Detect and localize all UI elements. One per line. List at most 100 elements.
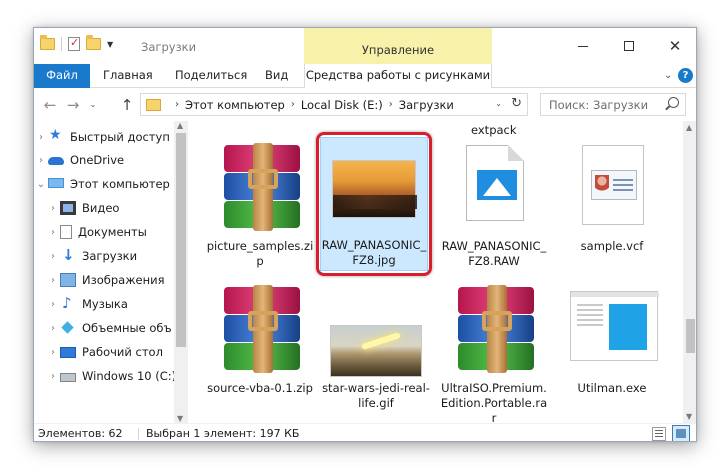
expand-chevron-icon[interactable]: › <box>46 203 60 214</box>
large-icons-view-icon[interactable] <box>672 425 690 441</box>
maximize-icon <box>624 41 634 51</box>
navigation-pane-scrollbar[interactable]: ▲ ▼ <box>174 121 188 423</box>
breadcrumb-local-disk[interactable]: Local Disk (E:) <box>301 98 383 112</box>
file-name: sample.vcf <box>580 239 644 253</box>
breadcrumb-downloads[interactable]: Загрузки <box>399 98 454 112</box>
recent-locations-dropdown-icon[interactable]: ⌄ <box>84 95 102 115</box>
sidebar-item-windows-drive[interactable]: › Windows 10 (C:) <box>46 365 186 387</box>
sidebar-item-desktop[interactable]: › Рабочий стол <box>46 341 186 363</box>
documents-folder-icon <box>60 225 72 239</box>
computer-icon <box>48 177 64 188</box>
archive-icon <box>212 139 308 235</box>
breadcrumb-chevron-icon[interactable]: › <box>291 99 295 110</box>
scroll-up-icon[interactable]: ▲ <box>686 123 692 132</box>
up-arrow-icon[interactable]: ↑ <box>118 95 136 115</box>
search-input[interactable] <box>541 94 661 115</box>
file-tile[interactable]: UltraISO.Premium.Edition.Portable.rar <box>440 281 548 423</box>
file-tile[interactable]: source-vba-0.1.zip <box>206 281 314 396</box>
desktop-folder-icon <box>60 346 76 358</box>
tab-share[interactable]: Поделиться <box>175 64 247 88</box>
search-box[interactable] <box>540 93 686 116</box>
sidebar-item-this-pc[interactable]: ⌄ Этот компьютер <box>34 173 174 195</box>
breadcrumb-chevron-icon[interactable]: › <box>175 99 179 110</box>
file-list-scrollbar[interactable]: ▲ ▼ <box>683 121 696 423</box>
customize-toolbar-dropdown-icon[interactable]: ▼ <box>107 40 113 49</box>
folder-icon <box>146 98 161 111</box>
folder-icon <box>40 35 55 50</box>
navigation-bar: ← → ⌄ ↑ › Этот компьютер › Local Disk (E… <box>34 89 696 121</box>
tab-view[interactable]: Вид <box>265 64 288 88</box>
file-tile[interactable]: RAW_PANASONIC_FZ8.RAW <box>440 139 548 269</box>
close-button[interactable]: ✕ <box>652 28 696 64</box>
cloud-icon <box>48 153 64 167</box>
3d-objects-icon <box>60 321 76 335</box>
file-tile[interactable]: Utilman.exe <box>558 281 666 396</box>
tab-home[interactable]: Главная <box>103 64 153 88</box>
minimize-button[interactable] <box>560 28 606 64</box>
details-view-icon[interactable] <box>652 427 666 441</box>
sidebar-item-label: OneDrive <box>70 153 125 167</box>
breadcrumb-this-pc[interactable]: Этот компьютер <box>185 98 285 112</box>
expand-chevron-icon[interactable]: › <box>34 132 48 143</box>
file-name: picture_samples.zip <box>206 239 314 268</box>
downloads-folder-icon <box>60 246 76 264</box>
properties-icon[interactable] <box>68 36 80 51</box>
expand-chevron-icon[interactable]: › <box>46 347 60 358</box>
scroll-down-icon[interactable]: ▼ <box>177 414 183 423</box>
gif-thumbnail <box>328 281 424 377</box>
sidebar-item-video[interactable]: › Видео <box>46 197 186 219</box>
status-bar: Элементов: 62 Выбран 1 элемент: 197 КБ <box>34 423 696 441</box>
help-icon[interactable]: ? <box>678 68 693 83</box>
expand-chevron-icon[interactable]: › <box>46 323 60 334</box>
sidebar-item-music[interactable]: › Музыка <box>46 293 186 315</box>
collapse-chevron-icon[interactable]: ⌄ <box>34 179 48 190</box>
file-name: source-vba-0.1.zip <box>207 381 313 395</box>
expand-chevron-icon[interactable]: › <box>34 155 48 166</box>
sidebar-item-label: Загрузки <box>82 249 138 263</box>
back-arrow-icon[interactable]: ← <box>41 95 59 115</box>
pictures-folder-icon <box>60 273 76 287</box>
file-name: Utilman.exe <box>577 381 647 395</box>
sidebar-item-label: Видео <box>82 201 120 215</box>
file-name-partial[interactable]: extpack <box>471 123 517 137</box>
maximize-button[interactable] <box>606 28 652 64</box>
scroll-down-icon[interactable]: ▼ <box>686 412 692 421</box>
forward-arrow-icon[interactable]: → <box>64 95 82 115</box>
file-name: UltraISO.Premium.Edition.Portable.rar <box>440 381 548 423</box>
address-bar[interactable]: › Этот компьютер › Local Disk (E:) › Заг… <box>140 93 528 116</box>
sidebar-item-label: Музыка <box>82 297 128 311</box>
sidebar-item-downloads[interactable]: › Загрузки <box>46 245 186 267</box>
expand-chevron-icon[interactable]: › <box>46 275 60 286</box>
sidebar-item-quick-access[interactable]: › Быстрый доступ <box>34 126 174 148</box>
expand-chevron-icon[interactable]: › <box>46 299 60 310</box>
scrollbar-thumb[interactable] <box>176 133 186 347</box>
application-thumbnail <box>564 281 660 377</box>
tab-picture-tools[interactable]: Средства работы с рисунками <box>304 64 492 88</box>
file-tile[interactable]: sample.vcf <box>558 139 666 254</box>
sidebar-item-pictures[interactable]: › Изображения <box>46 269 186 291</box>
title-bar: ▼ Загрузки Управление ✕ <box>34 28 696 64</box>
new-folder-icon[interactable] <box>86 35 101 50</box>
selection-highlight <box>316 132 432 276</box>
sidebar-item-3d-objects[interactable]: › Объемные объ <box>46 317 186 339</box>
sidebar-item-documents[interactable]: › Документы <box>46 221 186 243</box>
expand-chevron-icon[interactable]: › <box>46 251 60 262</box>
selection-info: Выбран 1 элемент: 197 КБ <box>146 427 300 440</box>
expand-chevron-icon[interactable]: › <box>46 227 60 238</box>
address-history-dropdown-icon[interactable]: ⌄ <box>495 99 502 108</box>
file-tile[interactable]: picture_samples.zip <box>206 139 314 269</box>
expand-ribbon-icon[interactable]: ⌄ <box>664 70 672 81</box>
expand-chevron-icon[interactable]: › <box>46 371 60 382</box>
scrollbar-thumb[interactable] <box>686 319 695 353</box>
scroll-up-icon[interactable]: ▲ <box>177 121 183 130</box>
ribbon-tabs: Файл Главная Поделиться Вид Средства раб… <box>34 64 696 88</box>
file-tile[interactable]: star-wars-jedi-real-life.gif <box>322 281 430 411</box>
breadcrumb-chevron-icon[interactable]: › <box>389 99 393 110</box>
minimize-icon <box>578 45 588 47</box>
item-count: Элементов: 62 <box>38 427 123 440</box>
toolbar-divider <box>61 37 62 51</box>
sidebar-item-onedrive[interactable]: › OneDrive <box>34 149 174 171</box>
refresh-icon[interactable]: ↻ <box>511 96 522 111</box>
tab-file[interactable]: Файл <box>34 64 90 88</box>
contextual-group-label[interactable]: Управление <box>304 43 492 57</box>
